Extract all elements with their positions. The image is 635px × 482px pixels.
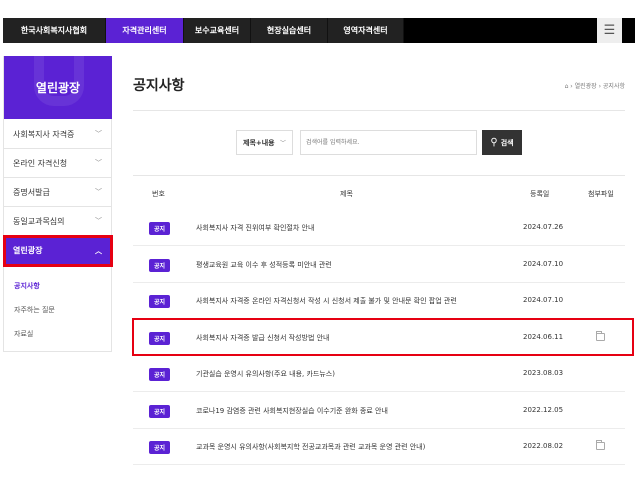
notice-title-link[interactable]: 코로나19 감염증 관련 사회복지현장실습 이수기준 완화 종료 안내	[196, 406, 388, 416]
sidebar-header: 열린광장	[4, 56, 112, 119]
sidebar-item-label: 열린광장	[13, 246, 43, 255]
sidebar-item-certificate[interactable]: 사회복지사 자격증 ﹀	[4, 120, 112, 149]
notice-date: 2022.08.02	[523, 442, 564, 450]
notice-badge: 공지	[149, 222, 170, 235]
column-header-title: 제목	[340, 190, 353, 198]
sidebar-item-label: 동일교과목심의	[13, 216, 65, 226]
submenu-faq[interactable]: 자주하는 질문	[14, 305, 55, 315]
sidebar-item-online-application[interactable]: 온라인 자격신청 ﹀	[4, 149, 112, 178]
hamburger-icon[interactable]: ☰	[597, 18, 622, 43]
sidebar-title: 열린광장	[35, 81, 81, 95]
divider	[133, 175, 625, 176]
notice-title-link[interactable]: 사회복지사 자격증 온라인 자격신청서 작성 시 신청서 제출 불가 및 안내문…	[196, 296, 457, 306]
table-row[interactable]: 공지 교과목 운영시 유의사항(사회복지학 전공교과목과 관련 교과목 운영 관…	[133, 429, 625, 465]
notice-title-link[interactable]: 평생교육원 교육 이수 후 성적등록 미안내 관련	[196, 260, 332, 270]
highlight-box	[132, 318, 634, 356]
notice-badge: 공지	[149, 368, 170, 381]
search-type-select[interactable]: 제목+내용 ﹀	[236, 130, 293, 155]
notice-title-link[interactable]: 사회복지사 자격 진위여부 확인절차 안내	[196, 223, 314, 233]
table-row[interactable]: 공지 코로나19 감염증 관련 사회복지현장실습 이수기준 완화 종료 안내 2…	[133, 393, 625, 429]
submenu-archive[interactable]: 자료실	[14, 329, 33, 339]
column-header-attachment: 첨부파일	[588, 190, 614, 198]
tab-certification-center[interactable]: 자격관리센터	[106, 18, 184, 43]
chevron-down-icon: ﹀	[95, 159, 102, 167]
breadcrumb[interactable]: ⌂ › 열린광장 › 공지사항	[565, 81, 625, 90]
tab-continuing-education[interactable]: 보수교육센터	[184, 18, 251, 43]
notice-title-link[interactable]: 교과목 운영시 유의사항(사회복지학 전공교과목과 관련 교과목 운영 관련 안…	[196, 442, 425, 452]
search-input[interactable]	[300, 130, 477, 155]
sidebar-item-course-review[interactable]: 동일교과목심의 ﹀	[4, 207, 112, 236]
search-button-label: 검색	[500, 138, 514, 147]
chevron-down-icon: ﹀	[95, 217, 102, 225]
notice-date: 2024.07.10	[523, 259, 564, 268]
tab-field-practice[interactable]: 현장실습센터	[251, 18, 328, 43]
notice-date: 2023.08.03	[523, 369, 564, 377]
notice-date: 2024.07.26	[523, 223, 564, 231]
table-row[interactable]: 공지 사회복지사 자격증 온라인 자격신청서 작성 시 신청서 제출 불가 및 …	[133, 283, 625, 319]
search-type-value: 제목+내용	[243, 138, 275, 147]
table-row[interactable]: 공지 사회복지사 자격 진위여부 확인절차 안내 2024.07.26	[133, 210, 625, 246]
column-header-number: 번호	[152, 190, 165, 198]
sidebar: 열린광장 사회복지사 자격증 ﹀ 온라인 자격신청 ﹀ 증명서발급 ﹀ 동일교과목심의…	[3, 56, 113, 352]
notice-title-link[interactable]: 기관실습 운영시 유의사항(주요 내용, 카드뉴스)	[196, 369, 335, 379]
tab-domain-certification[interactable]: 영역자격센터	[328, 18, 404, 43]
table-row[interactable]: 공지 평생교육원 교육 이수 후 성적등록 미안내 관련 2024.07.10	[133, 247, 625, 283]
search-icon: ⚲	[490, 137, 498, 148]
chevron-down-icon: ﹀	[279, 140, 286, 147]
chevron-up-icon: ︿	[95, 246, 102, 255]
sidebar-item-open-square[interactable]: 열린광장 ︿	[3, 235, 113, 267]
chevron-down-icon: ﹀	[95, 130, 102, 138]
folder-icon[interactable]	[596, 440, 605, 450]
notice-badge: 공지	[149, 258, 170, 272]
notice-badge: 공지	[149, 441, 170, 454]
sidebar-item-label: 온라인 자격신청	[13, 158, 68, 168]
chevron-down-icon: ﹀	[95, 188, 102, 196]
sidebar-item-label: 증명서발급	[13, 187, 50, 197]
divider	[133, 110, 625, 111]
tab-kasw[interactable]: 한국사회복지사협회	[3, 18, 106, 43]
notice-date: 2024.07.10	[523, 296, 564, 304]
submenu-notice[interactable]: 공지사항	[14, 281, 40, 291]
notice-badge: 공지	[149, 295, 170, 308]
search-button[interactable]: ⚲ 검색	[482, 130, 522, 155]
page-title: 공지사항	[133, 78, 185, 94]
top-navigation: 한국사회복지사협회 자격관리센터 보수교육센터 현장실습센터 영역자격센터 ☰	[3, 18, 635, 43]
sidebar-item-label: 사회복지사 자격증	[13, 129, 75, 139]
column-header-date: 등록일	[530, 190, 550, 198]
table-row[interactable]: 공지 기관실습 운영시 유의사항(주요 내용, 카드뉴스) 2023.08.03	[133, 356, 625, 392]
notice-date: 2022.12.05	[523, 405, 564, 414]
sidebar-item-certificate-issue[interactable]: 증명서발급 ﹀	[4, 178, 112, 207]
notice-badge: 공지	[149, 404, 170, 418]
